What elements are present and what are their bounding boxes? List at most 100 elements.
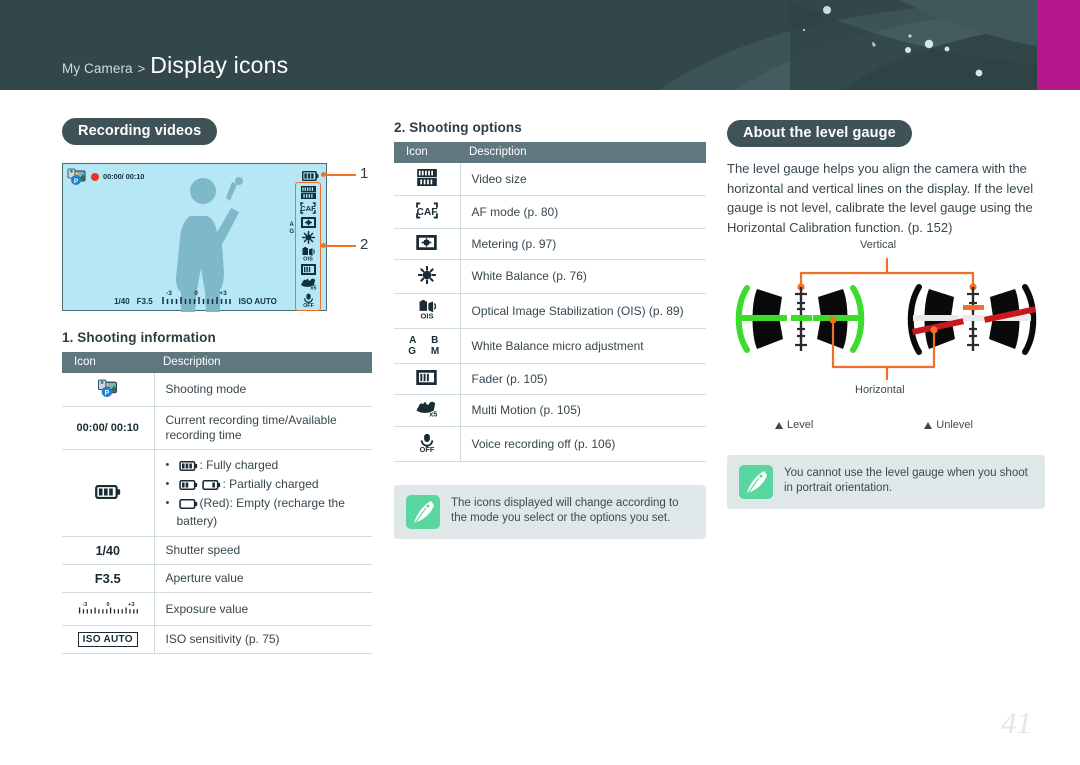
camera-preview: P 00:00/ 00:10 AG CAF OIS x5 OFF 1/40 F3…	[62, 163, 372, 318]
shooting-information-title: 1. Shooting information	[62, 330, 216, 345]
svg-text:0: 0	[194, 290, 198, 297]
camera-screen: P 00:00/ 00:10 AG CAF OIS x5 OFF 1/40 F3…	[62, 163, 327, 312]
table-row: x5 Multi Motion (p. 105)	[394, 394, 706, 427]
triangle-marker-icon	[775, 421, 783, 429]
svg-text:-3: -3	[166, 290, 172, 297]
metering-icon	[300, 217, 316, 228]
cell-icon: x5	[394, 394, 461, 427]
shooting-options-title: 2. Shooting options	[394, 120, 522, 135]
video-size-icon	[300, 186, 316, 199]
caption-level-text: Level	[787, 419, 814, 431]
section-badge-level-gauge: About the level gauge	[727, 120, 912, 147]
unlevel-vertical-ruler	[963, 287, 984, 351]
cell-description: Aperture value	[154, 564, 372, 593]
list-item: : Partially charged	[166, 476, 365, 494]
callout-2-line	[324, 245, 356, 247]
note-box-portrait-orientation: You cannot use the level gauge when you …	[727, 455, 1045, 509]
aperture-readout: F3.5	[136, 297, 153, 306]
battery-state-list: : Fully charged	[166, 457, 365, 529]
table-row: A BG M White Balance micro adjustment	[394, 328, 706, 364]
cell-description: ISO sensitivity (p. 75)	[154, 625, 372, 654]
level-vertical-ruler	[791, 287, 812, 351]
cell-description: : Fully charged	[154, 449, 372, 537]
table-row: Metering (p. 97)	[394, 228, 706, 260]
shooting-mode-icon: P	[97, 379, 118, 397]
battery-full-text: : Fully charged	[199, 458, 279, 472]
svg-text:x5: x5	[430, 409, 438, 417]
cell-description: AF mode (p. 80)	[460, 195, 706, 229]
column-shooting-options: 2. Shooting options Icon Description Vid…	[394, 120, 706, 539]
level-gauge-graphic	[735, 257, 1037, 381]
th-description: Description	[460, 142, 706, 163]
gauge-captions: Level Unlevel	[727, 419, 1045, 431]
iso-readout: ISO AUTO	[238, 297, 277, 306]
cell-description: Exposure value	[154, 592, 372, 626]
unlevel-right-gauge	[983, 284, 1037, 355]
cell-description: Video size	[460, 163, 706, 196]
breadcrumb: My Camera > Display icons	[62, 52, 288, 79]
callout-1-line	[324, 174, 356, 176]
callout-1-label: 1	[360, 165, 369, 182]
wb-micro-adjust-indicator: AG	[289, 222, 294, 235]
page-number: 41	[1001, 705, 1032, 740]
note-pen-icon	[739, 465, 773, 499]
list-item: : Fully charged	[166, 457, 365, 475]
exposure-meter-icon: -3 0 +3	[78, 602, 138, 614]
table-header-row: Icon Description	[62, 352, 372, 373]
table-row: 00:00/ 00:10 Current recording time/Avai…	[62, 406, 372, 450]
battery-partial-text: : Partially charged	[222, 477, 319, 491]
cell-description: Shutter speed	[154, 536, 372, 565]
cell-icon	[394, 363, 461, 395]
battery-full-icon	[178, 459, 198, 475]
table-row: OIS Optical Image Stabilization (OIS) (p…	[394, 293, 706, 329]
th-icon: Icon	[394, 142, 460, 163]
voice-off-icon: OFF	[419, 433, 435, 454]
table-row: White Balance (p. 76)	[394, 259, 706, 294]
breadcrumb-parent[interactable]: My Camera	[62, 61, 133, 76]
cell-description: Current recording time/Available recordi…	[154, 406, 372, 450]
cell-description: White Balance (p. 76)	[460, 259, 706, 294]
camera-mode-and-time: P 00:00/ 00:10	[67, 168, 144, 185]
table-row: Fader (p. 105)	[394, 363, 706, 395]
section-badge-recording-videos: Recording videos	[62, 118, 218, 145]
unlevel-left-gauge	[907, 284, 965, 355]
iso-auto-icon: ISO AUTO	[77, 632, 138, 647]
cell-description: Voice recording off (p. 106)	[460, 426, 706, 462]
white-balance-icon	[417, 265, 436, 285]
svg-text:P: P	[104, 390, 109, 397]
level-right-gauge	[813, 285, 865, 353]
svg-text:CAF: CAF	[300, 204, 316, 213]
shutter-speed-readout: 1/40	[114, 297, 130, 306]
fader-icon	[416, 370, 437, 385]
cell-icon	[394, 259, 461, 294]
cell-icon: 1/40	[62, 536, 155, 565]
shooting-information-table: Icon Description P Shooting mode 00:00/ …	[62, 352, 372, 654]
battery-partial-icon	[178, 478, 198, 494]
list-item: (Red): Empty (recharge the battery)	[166, 495, 365, 529]
table-row: Video size	[394, 163, 706, 196]
caption-unlevel: Unlevel	[924, 419, 973, 431]
cell-description: Shooting mode	[154, 373, 372, 407]
table-row: P Shooting mode	[62, 373, 372, 407]
level-gauge-diagram: Vertical Horizontal Level Unlevel	[727, 239, 1045, 431]
table-row: -3 0 +3 Exposure value	[62, 592, 372, 626]
page-title: Display icons	[150, 52, 289, 78]
caption-level: Level	[775, 419, 813, 431]
table-row: 1/40 Shutter speed	[62, 536, 372, 565]
svg-text:-3: -3	[82, 602, 87, 608]
cell-icon: OFF	[394, 426, 461, 462]
fader-icon	[300, 264, 316, 275]
svg-text:0: 0	[106, 602, 109, 608]
column-recording-videos: Recording videos P 00:00/ 00:10 A G CAF …	[62, 118, 372, 654]
cell-description: White Balance micro adjustment	[460, 328, 706, 364]
callout-2-label: 2	[360, 236, 369, 253]
cell-icon: 00:00/ 00:10	[62, 406, 155, 450]
cell-icon	[62, 449, 155, 537]
recording-time-readout: 00:00/ 00:10	[103, 172, 145, 181]
cell-description: Multi Motion (p. 105)	[460, 394, 706, 427]
cell-icon: CAF	[394, 195, 461, 229]
exposure-meter-icon: -3 0 +3	[161, 290, 231, 304]
caption-unlevel-text: Unlevel	[936, 419, 973, 431]
multi-motion-icon: x5	[416, 401, 438, 418]
ois-icon: OIS	[419, 299, 436, 320]
